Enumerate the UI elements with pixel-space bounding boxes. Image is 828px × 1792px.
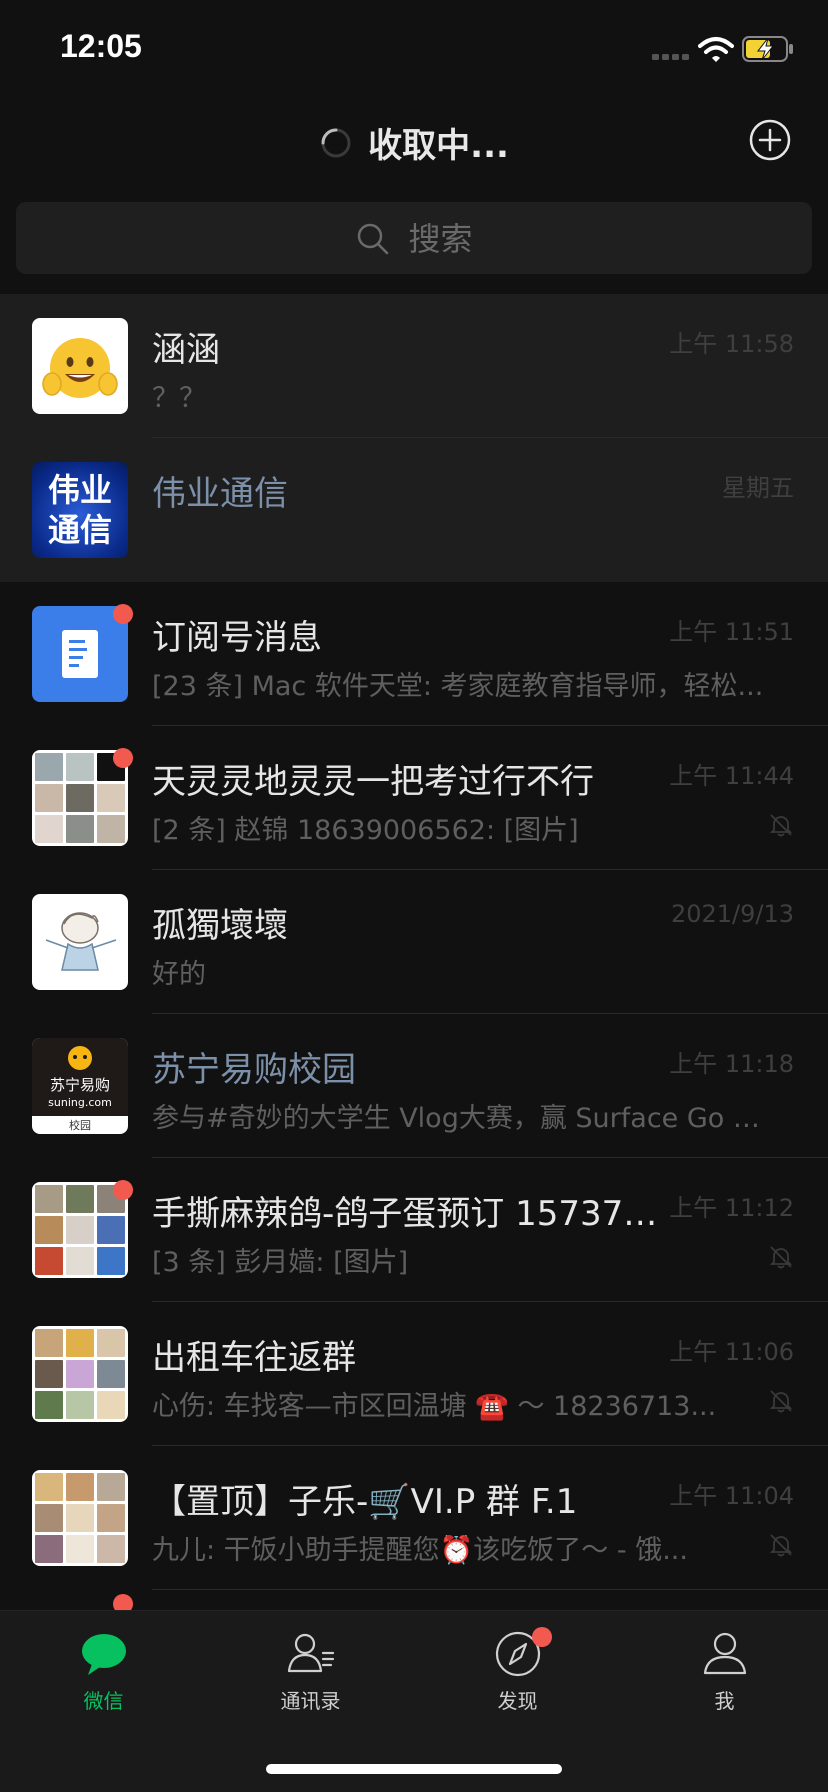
chat-preview: [2 条] 赵锦 18639006562: [图片]: [152, 815, 579, 846]
chat-row[interactable]: 苏宁易购 suning.com 校园 苏宁易购校园 参与#奇妙的大学生 Vlog…: [0, 1014, 828, 1158]
chat-name: 【置顶】子乐-🛒VI.P 群 F.1: [152, 1482, 578, 1522]
avatar-text: 通信: [47, 511, 112, 549]
chat-preview: ？？: [152, 383, 206, 414]
loading-spinner-icon: [321, 128, 351, 157]
chat-preview: 参与#奇妙的大学生 Vlog大赛，赢 Surface Go 2...: [152, 1103, 772, 1134]
chat-preview: 好的: [152, 959, 206, 990]
chat-time: 上午 11:12: [669, 1194, 794, 1222]
tab-contacts[interactable]: 通讯录: [207, 1629, 414, 1729]
chat-time: 2021/9/13: [670, 900, 794, 928]
search-bar[interactable]: 搜索: [16, 202, 812, 274]
avatar: [32, 606, 128, 702]
smiley-emoji-icon: [42, 338, 118, 398]
chat-row[interactable]: 出租车往返群 心伤: 车找客—市区回温塘 ☎️ ～ 18236713... 上午…: [0, 1302, 828, 1446]
chat-time: 上午 11:18: [669, 1050, 794, 1078]
battery-charging-icon: [742, 36, 793, 62]
chat-time: 上午 11:06: [669, 1338, 794, 1366]
avatar-text: 伟业: [47, 471, 112, 509]
chat-name: 订阅号消息: [152, 618, 322, 658]
avatar: 苏宁易购 suning.com 校园: [32, 1038, 128, 1134]
chat-name: 涵涵: [152, 330, 220, 370]
tab-label: 微信: [83, 1689, 124, 1713]
chat-preview: 九儿: 干饭小助手提醒您⏰该吃饭了～ - 饿...: [152, 1535, 688, 1566]
search-inner: 搜索: [16, 202, 812, 274]
chat-row[interactable]: 涵涵 ？？ 上午 11:58: [0, 294, 828, 438]
search-placeholder: 搜索: [408, 219, 473, 258]
mute-bell-icon: [769, 1534, 793, 1557]
chat-preview: [23 条] Mac 软件天堂: 考家庭教育指导师，轻松...: [152, 671, 764, 702]
home-indicator: [266, 1764, 562, 1774]
group-avatar: [32, 750, 128, 846]
chat-row[interactable]: 伟业 通信 伟业通信 星期五: [0, 438, 828, 582]
tab-me[interactable]: 我: [621, 1629, 828, 1729]
chat-name: 孤獨壞壞: [152, 906, 288, 946]
sketch-person-icon: [45, 912, 117, 971]
chat-time: 上午 11:44: [669, 762, 794, 790]
chat-time: 上午 11:51: [669, 618, 794, 646]
tab-discover[interactable]: 发现: [414, 1627, 621, 1729]
cellular-signal-icon: [652, 54, 689, 60]
mute-bell-icon: [769, 1390, 793, 1413]
discover-badge: [532, 1627, 552, 1647]
chat-row[interactable]: 订阅号消息 [23 条] Mac 软件天堂: 考家庭教育指导师，轻松... 上午…: [0, 582, 828, 726]
add-plus-button[interactable]: [748, 118, 792, 162]
header: 收取中...: [0, 100, 828, 190]
chat-row[interactable]: 孤獨壞壞 好的 2021/9/13: [0, 870, 828, 1014]
avatar-text: 校园: [69, 1118, 91, 1132]
search-icon: [358, 223, 389, 254]
avatar-text: suning.com: [48, 1096, 112, 1109]
chat-preview: 心伤: 车找客—市区回温塘 ☎️ ～ 18236713...: [152, 1391, 717, 1422]
unread-badge: [113, 748, 133, 768]
avatar: 伟业 通信: [32, 462, 128, 558]
wechat-chat-list-screen: 12:05 收取中... 搜索 涵涵 ？？ 上午 11:58 伟业 通信 伟业通…: [0, 0, 828, 1792]
chat-bubble-icon: [81, 1634, 126, 1675]
status-time: 12:05: [60, 28, 142, 64]
tab-label: 发现: [497, 1689, 538, 1713]
mute-bell-icon: [769, 1246, 793, 1269]
chat-row[interactable]: 天灵灵地灵灵一把考过行不行 [2 条] 赵锦 18639006562: [图片]…: [0, 726, 828, 870]
chat-list[interactable]: 涵涵 ？？ 上午 11:58 伟业 通信 伟业通信 星期五 订阅号消息 [23 …: [0, 294, 828, 1616]
chat-time: 上午 11:04: [669, 1482, 794, 1510]
avatar-text: 苏宁易购: [50, 1076, 110, 1094]
status-bar: 12:05: [0, 0, 828, 100]
header-title-group: 收取中...: [0, 118, 828, 167]
contacts-icon: [287, 1633, 334, 1673]
chat-preview: [3 条] 彭月嫱: [图片]: [152, 1247, 409, 1278]
chat-name: 天灵灵地灵灵一把考过行不行: [152, 762, 594, 802]
chat-time: 星期五: [722, 474, 794, 502]
group-avatar: [32, 1470, 128, 1566]
chat-name: 手撕麻辣鸽-鸽子蛋预订 157371...: [152, 1194, 672, 1234]
wifi-icon: [698, 37, 734, 62]
group-avatar: [32, 1326, 128, 1422]
chat-row[interactable]: 手撕麻辣鸽-鸽子蛋预订 157371... [3 条] 彭月嫱: [图片] 上午…: [0, 1158, 828, 1302]
avatar: [32, 318, 128, 414]
mute-bell-icon: [769, 814, 793, 837]
chat-name: 苏宁易购校园: [152, 1050, 356, 1090]
unread-badge: [113, 1180, 133, 1200]
document-icon: [62, 630, 98, 678]
tab-wechat[interactable]: 微信: [0, 1629, 207, 1729]
chat-name: 伟业通信: [152, 474, 288, 514]
person-icon: [703, 1632, 746, 1675]
group-avatar: [32, 1182, 128, 1278]
avatar: [32, 894, 128, 990]
tab-label: 通讯录: [280, 1689, 341, 1713]
page-title: 收取中...: [368, 126, 509, 166]
suning-logo-icon: 苏宁易购 suning.com 校园: [32, 1038, 128, 1132]
unread-badge: [113, 604, 133, 624]
chat-time: 上午 11:58: [669, 330, 794, 358]
chat-name: 出租车往返群: [152, 1338, 356, 1378]
chat-row[interactable]: 【置顶】子乐-🛒VI.P 群 F.1 九儿: 干饭小助手提醒您⏰该吃饭了～ - …: [0, 1446, 828, 1590]
tab-label: 我: [714, 1689, 735, 1713]
